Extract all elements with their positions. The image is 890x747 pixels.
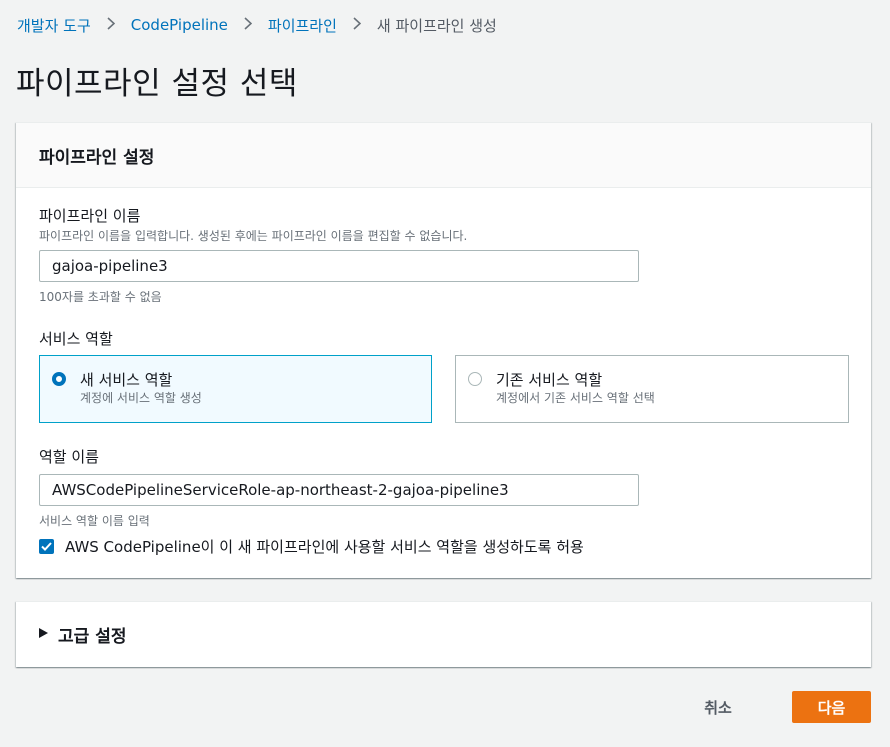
advanced-settings-toggle[interactable]: 고급 설정 — [39, 602, 126, 667]
panel-header: 파이프라인 설정 — [16, 123, 871, 188]
tile-title: 새 서비스 역할 — [80, 371, 173, 389]
pipeline-name-description: 파이프라인 이름을 입력합니다. 생성된 후에는 파이프라인 이름을 편집할 수… — [39, 229, 468, 243]
next-button[interactable]: 다음 — [792, 691, 871, 723]
advanced-settings-title: 고급 설정 — [58, 627, 127, 647]
allow-role-creation-row[interactable]: AWS CodePipeline이 이 새 파이프라인에 사용할 서비스 역할을… — [39, 536, 584, 557]
tile-description: 계정에서 기존 서비스 역할 선택 — [496, 391, 655, 405]
role-name-input[interactable] — [39, 474, 639, 506]
breadcrumb-current: 새 파이프라인 생성 — [376, 16, 497, 35]
page-title: 파이프라인 설정 선택 — [16, 66, 298, 102]
advanced-settings-panel: 고급 설정 — [16, 601, 871, 667]
breadcrumb-link-pipelines[interactable]: 파이프라인 — [268, 15, 337, 36]
pipeline-name-label: 파이프라인 이름 — [39, 207, 141, 225]
radio-unselected-icon[interactable] — [468, 372, 482, 386]
breadcrumb: 개발자 도구 CodePipeline 파이프라인 새 파이프라인 생성 — [17, 14, 497, 36]
service-role-label: 서비스 역할 — [39, 330, 113, 348]
allow-role-creation-label: AWS CodePipeline이 이 새 파이프라인에 사용할 서비스 역할을… — [65, 538, 584, 556]
pipeline-name-input[interactable] — [39, 250, 639, 282]
chevron-right-icon — [107, 16, 115, 34]
breadcrumb-link-developer-tools[interactable]: 개발자 도구 — [17, 15, 91, 36]
new-service-role-tile[interactable]: 새 서비스 역할 계정에 서비스 역할 생성 — [39, 355, 432, 423]
existing-service-role-tile[interactable]: 기존 서비스 역할 계정에서 기존 서비스 역할 선택 — [455, 355, 849, 423]
pipeline-name-constraint: 100자를 초과할 수 없음 — [39, 290, 162, 304]
chevron-right-icon — [353, 16, 362, 34]
role-name-label: 역할 이름 — [39, 448, 99, 466]
checkbox-checked-icon[interactable] — [39, 539, 54, 554]
pipeline-settings-panel: 파이프라인 설정 파이프라인 이름 파이프라인 이름을 입력합니다. 생성된 후… — [16, 122, 871, 578]
role-name-hint: 서비스 역할 이름 입력 — [39, 514, 150, 528]
chevron-right-icon — [244, 16, 253, 34]
panel-title: 파이프라인 설정 — [39, 147, 155, 168]
cancel-button[interactable]: 취소 — [680, 691, 756, 723]
tile-description: 계정에 서비스 역할 생성 — [80, 391, 202, 405]
radio-selected-icon[interactable] — [52, 372, 66, 386]
tile-title: 기존 서비스 역할 — [496, 371, 603, 389]
caret-right-icon — [39, 628, 48, 641]
breadcrumb-link-codepipeline[interactable]: CodePipeline — [131, 16, 228, 34]
